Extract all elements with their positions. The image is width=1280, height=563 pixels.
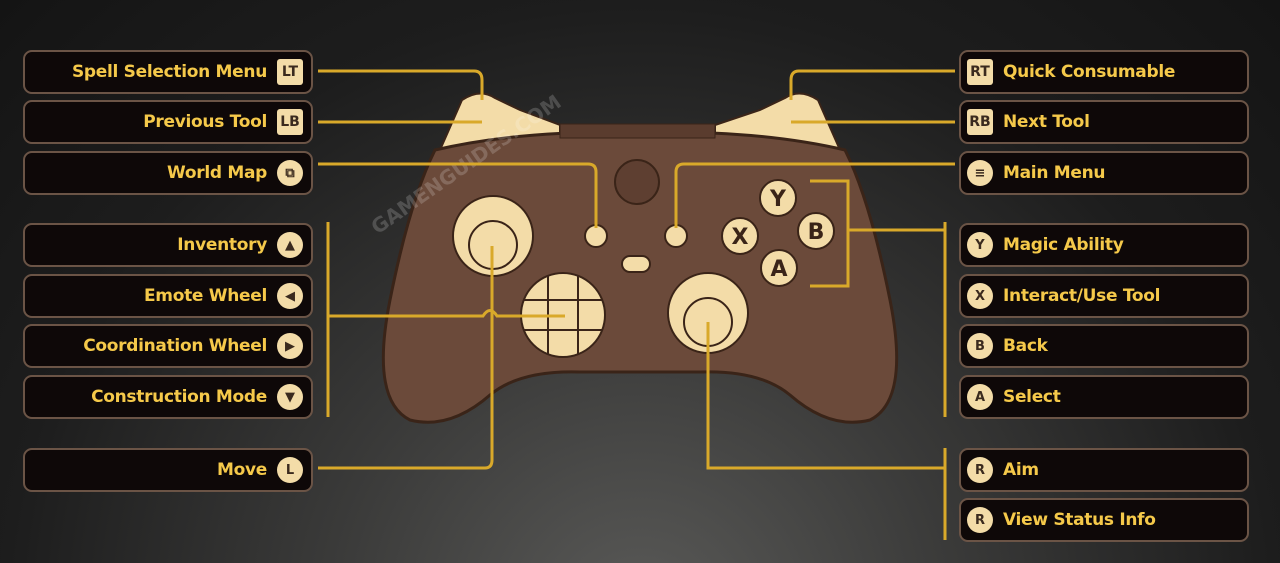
x-label: X bbox=[732, 225, 749, 250]
mapping-main-menu: ≡ Main Menu bbox=[959, 151, 1249, 195]
mapping-view-status-info: R View Status Info bbox=[959, 498, 1249, 542]
mapping-previous-tool: Previous Tool LB bbox=[23, 100, 313, 144]
mapping-label: Back bbox=[1003, 336, 1048, 356]
mapping-back: B Back bbox=[959, 324, 1249, 368]
mapping-magic-ability: Y Magic Ability bbox=[959, 223, 1249, 267]
right-stick-icon: R bbox=[967, 457, 993, 483]
mapping-next-tool: RB Next Tool bbox=[959, 100, 1249, 144]
mapping-label: Inventory bbox=[177, 235, 267, 255]
right-stick-press-icon: R bbox=[967, 507, 993, 533]
controller: Y X B A bbox=[381, 92, 899, 424]
mapping-label: Main Menu bbox=[1003, 163, 1106, 183]
mapping-label: Spell Selection Menu bbox=[71, 62, 267, 82]
share-button bbox=[621, 255, 651, 273]
mapping-label: Previous Tool bbox=[143, 112, 267, 132]
xbox-button bbox=[614, 159, 660, 205]
mapping-label: Coordination Wheel bbox=[83, 336, 267, 356]
dpad-down-icon: ▼ bbox=[277, 384, 303, 410]
mapping-world-map: World Map ⧉ bbox=[23, 151, 313, 195]
mapping-label: Move bbox=[216, 460, 267, 480]
menu-button bbox=[664, 224, 688, 248]
mapping-label: View Status Info bbox=[1003, 510, 1156, 530]
b-label: B bbox=[808, 220, 825, 245]
lt-trigger-icon: LT bbox=[277, 59, 303, 85]
mapping-label: Next Tool bbox=[1003, 112, 1090, 132]
dpad-left-icon: ◀ bbox=[277, 283, 303, 309]
mapping-move: Move L bbox=[23, 448, 313, 492]
dpad-right-icon: ▶ bbox=[277, 333, 303, 359]
menu-button-icon: ≡ bbox=[967, 160, 993, 186]
b-button-icon: B bbox=[967, 333, 993, 359]
mapping-label: Quick Consumable bbox=[1003, 62, 1176, 82]
mapping-quick-consumable: RT Quick Consumable bbox=[959, 50, 1249, 94]
a-button-icon: A bbox=[967, 384, 993, 410]
view-button bbox=[584, 224, 608, 248]
mapping-label: Magic Ability bbox=[1003, 235, 1124, 255]
mapping-interact-use-tool: X Interact/Use Tool bbox=[959, 274, 1249, 318]
mapping-construction-mode: Construction Mode ▼ bbox=[23, 375, 313, 419]
rb-bumper-icon: RB bbox=[967, 109, 993, 135]
mapping-coordination-wheel: Coordination Wheel ▶ bbox=[23, 324, 313, 368]
mapping-select: A Select bbox=[959, 375, 1249, 419]
view-button-icon: ⧉ bbox=[277, 160, 303, 186]
mapping-label: Select bbox=[1003, 387, 1061, 407]
mapping-label: Construction Mode bbox=[91, 387, 267, 407]
mapping-label: Aim bbox=[1003, 460, 1039, 480]
mapping-label: World Map bbox=[167, 163, 267, 183]
mapping-label: Emote Wheel bbox=[143, 286, 267, 306]
lb-bumper-icon: LB bbox=[277, 109, 303, 135]
x-button-icon: X bbox=[967, 283, 993, 309]
mapping-label: Interact/Use Tool bbox=[1003, 286, 1161, 306]
mapping-inventory: Inventory ▲ bbox=[23, 223, 313, 267]
rt-trigger-icon: RT bbox=[967, 59, 993, 85]
dpad-up-icon: ▲ bbox=[277, 232, 303, 258]
y-label: Y bbox=[769, 187, 787, 212]
y-button-icon: Y bbox=[967, 232, 993, 258]
mapping-emote-wheel: Emote Wheel ◀ bbox=[23, 274, 313, 318]
mapping-spell-selection-menu: Spell Selection Menu LT bbox=[23, 50, 313, 94]
a-label: A bbox=[770, 257, 787, 282]
left-stick-icon: L bbox=[277, 457, 303, 483]
mapping-aim: R Aim bbox=[959, 448, 1249, 492]
